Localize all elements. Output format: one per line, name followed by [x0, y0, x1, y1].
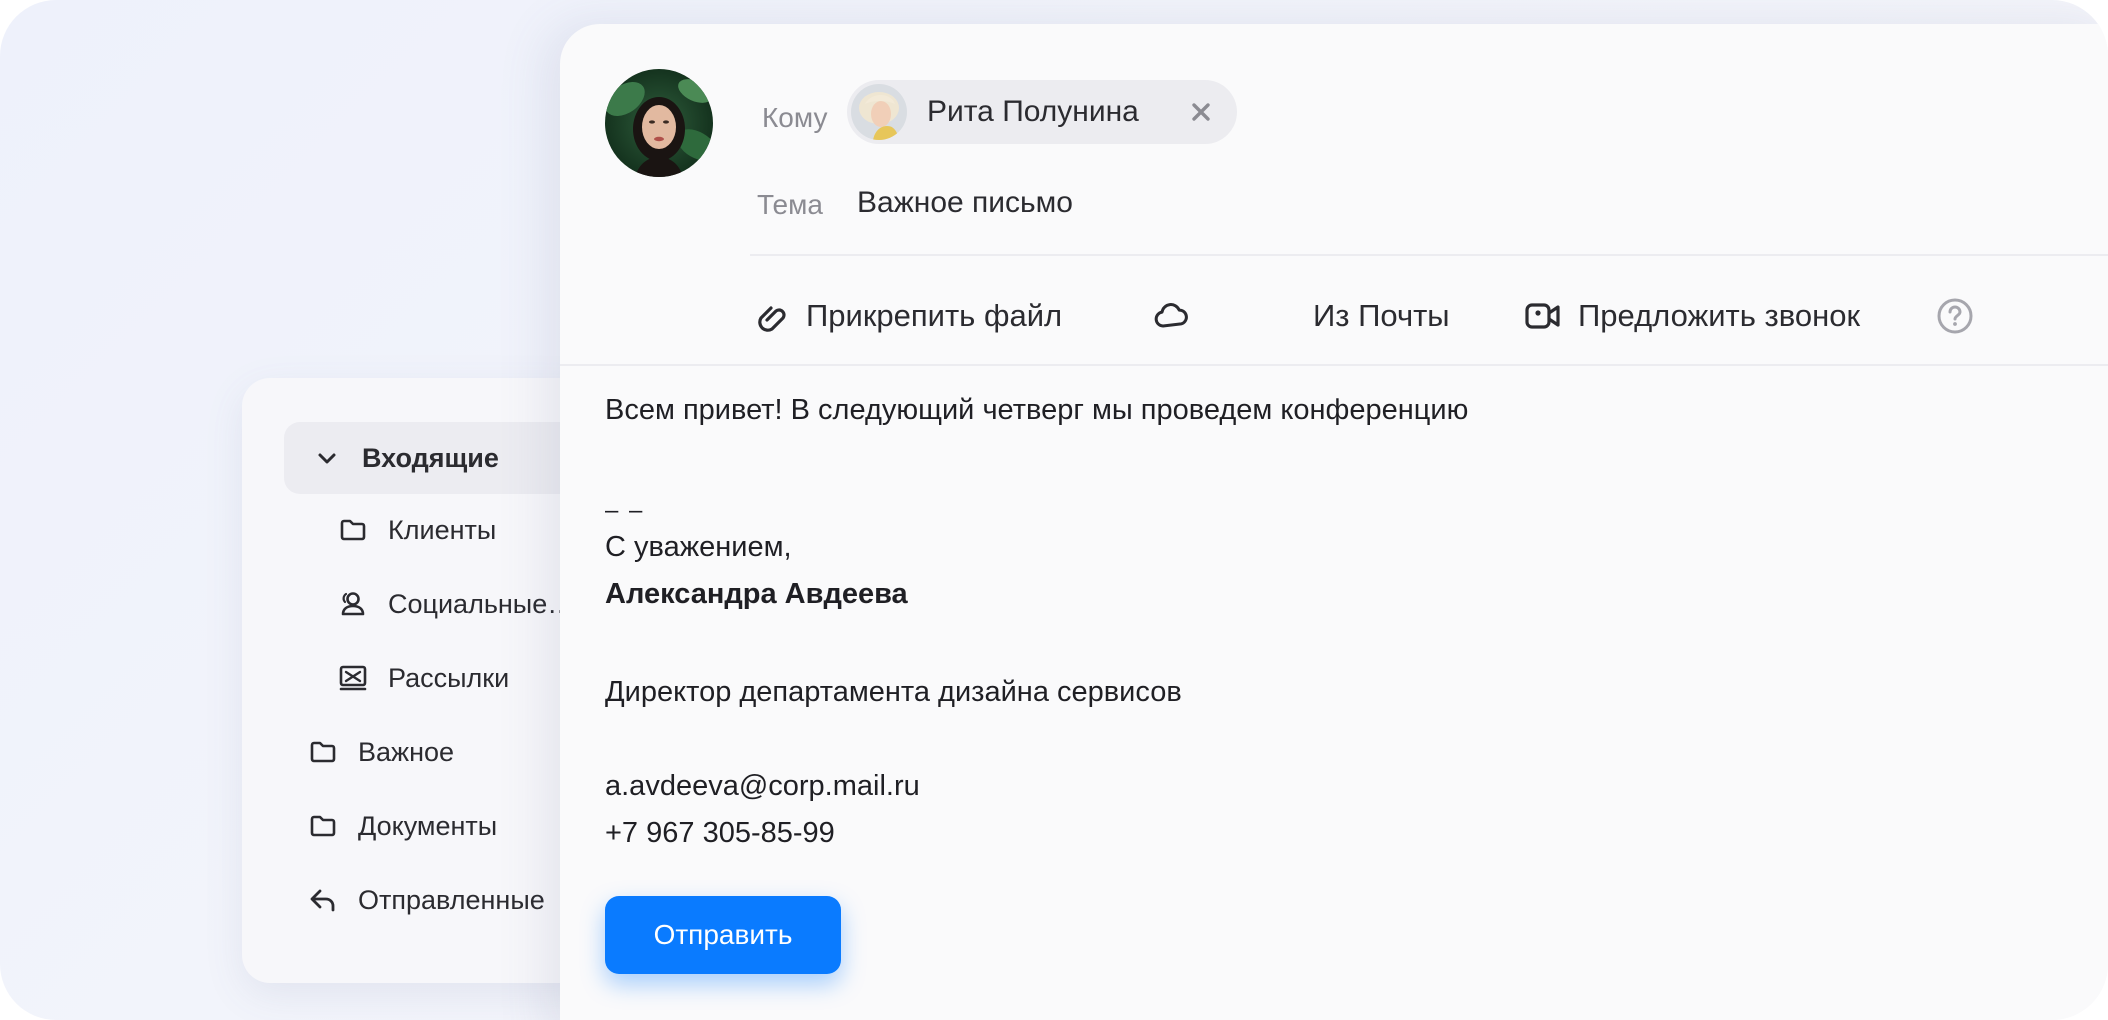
folder-newsletters-label: Рассылки	[388, 662, 510, 693]
signature-position: Директор департамента дизайна сервисов	[605, 676, 1182, 708]
folder-clients[interactable]: Клиенты	[336, 494, 496, 566]
body-regards: С уважением,	[605, 531, 792, 563]
cloud-icon	[1150, 295, 1192, 337]
help-button[interactable]	[1934, 292, 1976, 340]
signature-phone: +7 967 305-85-99	[605, 817, 835, 849]
header-divider	[750, 254, 2108, 256]
attach-file-label: Прикрепить файл	[806, 298, 1063, 333]
send-button[interactable]: Отправить	[605, 896, 841, 974]
to-label: Кому	[762, 102, 828, 133]
suggest-call-button[interactable]: Предложить звонок	[1522, 292, 1860, 340]
subject-label: Тема	[757, 189, 823, 220]
folder-important[interactable]: Важное	[306, 716, 454, 788]
suggest-call-label: Предложить звонок	[1578, 298, 1861, 333]
folder-sent[interactable]: Отправленные	[306, 864, 545, 936]
folder-inbox-label: Входящие	[362, 442, 499, 473]
folder-icon	[306, 735, 340, 769]
video-camera-icon	[1522, 295, 1564, 337]
folder-sidebar: Входящие Клиенты Социальные… Рассылки Ва…	[242, 378, 602, 983]
question-icon	[1934, 295, 1976, 337]
folder-social-label: Социальные…	[388, 588, 575, 619]
cloud-button[interactable]	[1150, 292, 1192, 340]
from-mail-label: Из Почты	[1313, 298, 1450, 333]
newsletter-icon	[336, 661, 370, 695]
attach-file-button[interactable]: Прикрепить файл	[750, 292, 1062, 340]
recipient-chip[interactable]: Рита Полунина	[847, 80, 1237, 144]
app-background: Входящие Клиенты Социальные… Рассылки Ва…	[0, 0, 2108, 1020]
folder-documents[interactable]: Документы	[306, 790, 497, 862]
reply-icon	[306, 883, 340, 917]
folder-newsletters[interactable]: Рассылки	[336, 642, 509, 714]
subject-input[interactable]: Важное письмо	[857, 186, 1073, 220]
people-icon	[336, 587, 370, 621]
folder-icon	[336, 513, 370, 547]
close-icon[interactable]	[1181, 92, 1221, 132]
folder-sent-label: Отправленные	[358, 884, 545, 915]
signature-name: Александра Авдеева	[605, 578, 908, 610]
folder-documents-label: Документы	[358, 810, 498, 841]
folder-icon	[306, 809, 340, 843]
recipient-avatar	[851, 84, 907, 140]
recipient-name: Рита Полунина	[927, 95, 1139, 128]
paperclip-icon	[750, 295, 792, 337]
body-separator: – –	[605, 497, 645, 524]
folder-social[interactable]: Социальные…	[336, 568, 574, 640]
from-mail-button[interactable]: Из Почты	[1313, 292, 1450, 340]
folder-inbox[interactable]: Входящие	[284, 422, 602, 494]
signature-email: a.avdeeva@corp.mail.ru	[605, 770, 920, 802]
body-greeting: Всем привет! В следующий четверг мы пров…	[605, 394, 1469, 426]
chevron-down-icon[interactable]	[310, 441, 344, 475]
sender-avatar[interactable]	[605, 69, 713, 177]
folder-important-label: Важное	[358, 736, 455, 767]
compose-panel: Кому Рита Полунина Тема Важное письмо Пр…	[560, 24, 2108, 1020]
folder-clients-label: Клиенты	[388, 514, 497, 545]
toolbar-divider	[560, 364, 2108, 366]
